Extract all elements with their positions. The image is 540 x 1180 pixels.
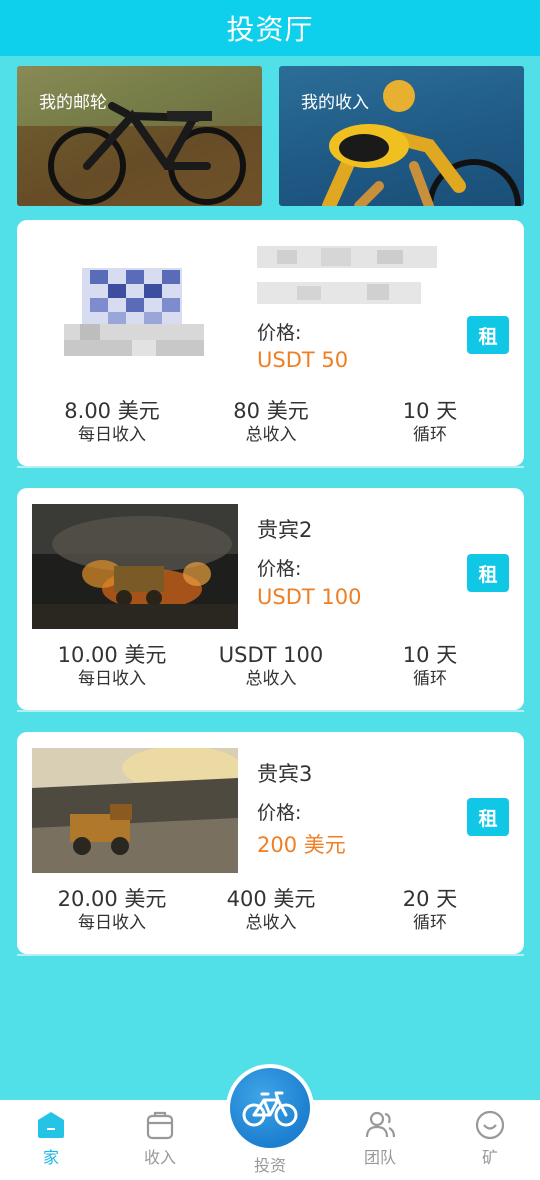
total-income-stat: 400 美元 总收入	[186, 886, 356, 934]
divider	[17, 710, 524, 712]
stat-label: 循环	[413, 669, 447, 689]
stat-label: 总收入	[245, 425, 297, 445]
stat-label: 每日收入	[78, 425, 146, 445]
daily-income-stat: 20.00 美元 每日收入	[27, 886, 197, 934]
stat-label: 每日收入	[78, 913, 146, 933]
total-income-stat: USDT 100 总收入	[186, 642, 356, 690]
stat-value: 8.00 美元	[64, 399, 160, 423]
page-title: 投资厅	[226, 13, 314, 46]
product-name: 贵宾2	[257, 518, 313, 542]
nav-label-invest: 投资	[253, 1156, 286, 1175]
blurred-title	[257, 246, 437, 306]
nav-item-team[interactable]: 团队	[335, 1110, 425, 1168]
nav-item-invest[interactable]	[226, 1064, 314, 1152]
cycle-stat: 20 天 循环	[345, 886, 515, 934]
rent-button[interactable]: 租	[467, 798, 509, 836]
bag-icon	[145, 1110, 175, 1140]
mining-truck-quarry-image	[32, 748, 238, 873]
stat-value: 80 美元	[233, 399, 309, 423]
daily-income-stat: 10.00 美元 每日收入	[27, 642, 197, 690]
nav-item-income[interactable]: 收入	[115, 1110, 205, 1168]
nav-item-mine[interactable]: 矿	[445, 1110, 535, 1168]
stat-value: 10 天	[402, 399, 458, 423]
nav-label: 家	[42, 1148, 59, 1167]
product-image-blurred	[32, 260, 238, 385]
bicycle-photo	[17, 66, 262, 206]
divider	[17, 466, 524, 468]
rent-button[interactable]: 租	[467, 316, 509, 354]
stat-value: USDT 100	[218, 643, 324, 667]
mining-truck-fire-image	[32, 504, 238, 629]
nav-label: 团队	[363, 1148, 396, 1167]
price-value: USDT 50	[257, 348, 349, 372]
stat-value: 10 天	[402, 643, 458, 667]
nav-label: 矿	[481, 1148, 498, 1167]
price-label: 价格:	[257, 558, 302, 580]
cyclist-photo	[322, 80, 521, 206]
team-icon	[365, 1110, 396, 1140]
price-value: 200 美元	[257, 833, 346, 857]
stat-value: 10.00 美元	[57, 643, 167, 667]
stat-value: 400 美元	[226, 887, 316, 911]
product-card: 价格: USDT 50 租 8.00 美元 每日收入 80 美元 总收入 10 …	[17, 220, 524, 466]
stat-value: 20 天	[402, 887, 458, 911]
stat-label: 每日收入	[78, 669, 146, 689]
rent-button[interactable]: 租	[467, 554, 509, 592]
stat-label: 总收入	[245, 669, 297, 689]
price-label: 价格:	[257, 322, 302, 344]
nav-label: 收入	[143, 1148, 176, 1167]
home-icon	[36, 1110, 66, 1140]
total-income-stat: 80 美元 总收入	[186, 398, 356, 446]
daily-income-stat: 8.00 美元 每日收入	[27, 398, 197, 446]
my-cruise-banner[interactable]: 我的邮轮	[17, 66, 262, 206]
banner-label: 我的收入	[301, 93, 369, 113]
app-header: 投资厅	[0, 0, 540, 56]
smile-icon	[475, 1110, 505, 1140]
cycle-stat: 10 天 循环	[345, 398, 515, 446]
price-value: USDT 100	[257, 585, 362, 609]
cycle-stat: 10 天 循环	[345, 642, 515, 690]
price-label: 价格:	[257, 802, 302, 824]
stat-label: 循环	[413, 425, 447, 445]
banner-label: 我的邮轮	[39, 93, 107, 113]
product-card: 贵宾2 价格: USDT 100 租 10.00 美元 每日收入 USDT 10…	[17, 488, 524, 710]
product-name: 贵宾3	[257, 762, 313, 786]
my-income-banner[interactable]: 我的收入	[279, 66, 524, 206]
stat-label: 循环	[413, 913, 447, 933]
bicycle-icon	[230, 1068, 310, 1148]
product-card: 贵宾3 价格: 200 美元 租 20.00 美元 每日收入 400 美元 总收…	[17, 732, 524, 954]
nav-item-home[interactable]: 家	[6, 1110, 96, 1168]
divider	[17, 954, 524, 956]
stat-label: 总收入	[245, 913, 297, 933]
stat-value: 20.00 美元	[57, 887, 167, 911]
